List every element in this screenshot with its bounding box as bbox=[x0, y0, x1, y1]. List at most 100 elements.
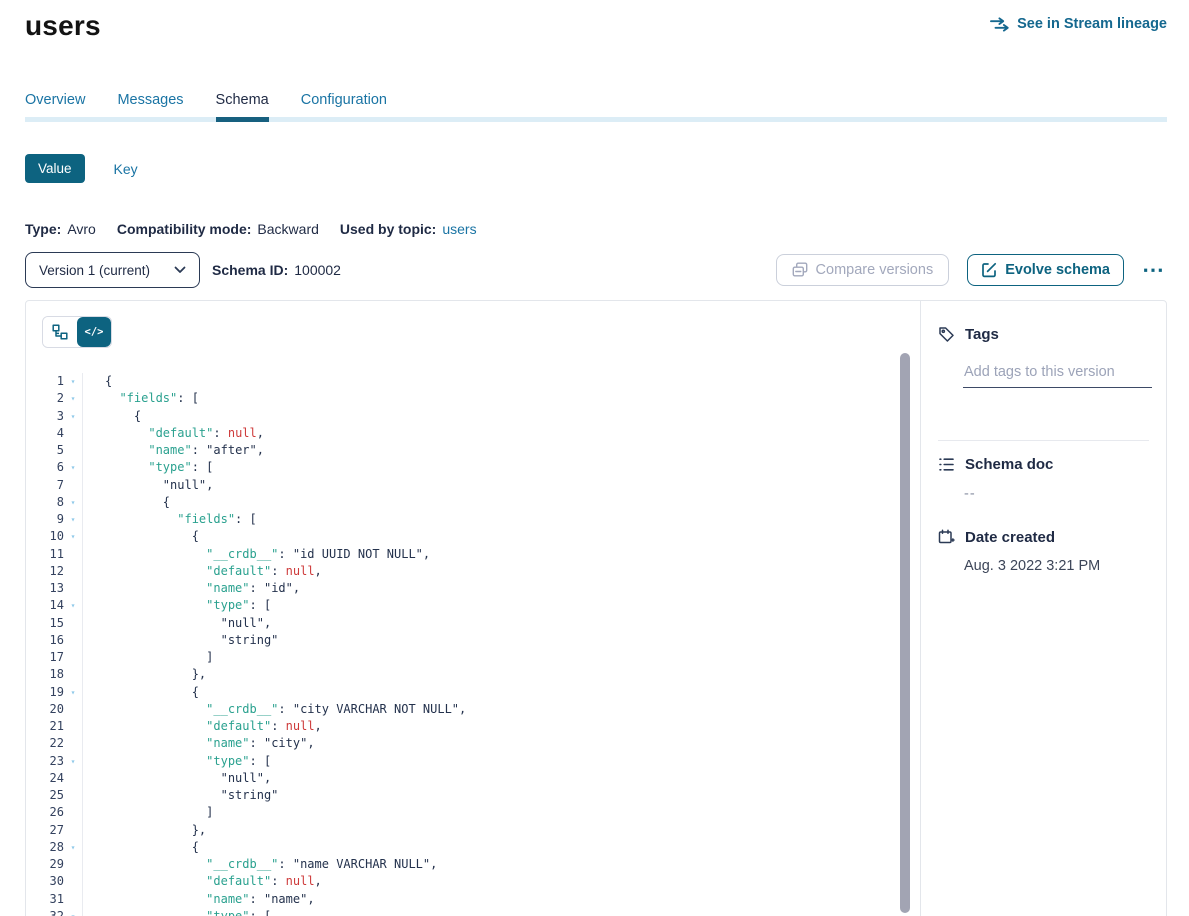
compare-versions-label: Compare versions bbox=[816, 262, 934, 278]
code-line: 31 "name": "name", bbox=[26, 891, 920, 908]
fold-arrow-icon[interactable]: ▾ bbox=[64, 494, 83, 511]
fold-arrow-icon[interactable]: ▾ bbox=[64, 373, 83, 390]
tab-schema[interactable]: Schema bbox=[216, 92, 269, 122]
tab-configuration[interactable]: Configuration bbox=[301, 92, 387, 122]
code-line: 4 "default": null, bbox=[26, 425, 920, 442]
line-number: 11 bbox=[26, 546, 64, 563]
code-line-content: "type": [ bbox=[83, 753, 271, 770]
editor-scrollbar-thumb[interactable] bbox=[900, 353, 910, 913]
value-toggle-button[interactable]: Value bbox=[25, 154, 85, 183]
tab-messages[interactable]: Messages bbox=[117, 92, 183, 122]
fold-gutter bbox=[64, 615, 83, 632]
line-number: 21 bbox=[26, 718, 64, 735]
code-line: 16 "string" bbox=[26, 632, 920, 649]
tab-overview[interactable]: Overview bbox=[25, 92, 85, 122]
code-line-content: "string" bbox=[83, 632, 278, 649]
code-view-button[interactable]: </> bbox=[77, 317, 111, 347]
version-select-value: Version 1 (current) bbox=[39, 263, 150, 278]
line-number: 2 bbox=[26, 390, 64, 407]
fold-arrow-icon[interactable]: ▾ bbox=[64, 839, 83, 856]
fold-gutter bbox=[64, 701, 83, 718]
fold-gutter bbox=[64, 770, 83, 787]
see-in-stream-lineage-link[interactable]: See in Stream lineage bbox=[990, 16, 1167, 32]
date-created-title: Date created bbox=[965, 529, 1055, 546]
code-line-content: ] bbox=[83, 804, 213, 821]
code-line: 19▾ { bbox=[26, 684, 920, 701]
tag-icon bbox=[938, 326, 955, 343]
fold-arrow-icon[interactable]: ▾ bbox=[64, 408, 83, 425]
tab-bar: Overview Messages Schema Configuration bbox=[25, 92, 387, 122]
line-number: 12 bbox=[26, 563, 64, 580]
used-by-topic-label: Used by topic: bbox=[340, 221, 436, 237]
date-created-section-header: Date created bbox=[938, 529, 1149, 546]
evolve-schema-button[interactable]: Evolve schema bbox=[967, 254, 1124, 286]
compatibility-label: Compatibility mode: bbox=[117, 221, 252, 237]
fold-gutter bbox=[64, 546, 83, 563]
page-header: users See in Stream lineage bbox=[25, 10, 1167, 42]
code-line-content: "name": "city", bbox=[83, 735, 315, 752]
code-line: 1▾{ bbox=[26, 373, 920, 390]
fold-arrow-icon[interactable]: ▾ bbox=[64, 528, 83, 545]
code-line: 27 }, bbox=[26, 822, 920, 839]
tree-view-button[interactable] bbox=[43, 317, 77, 347]
line-number: 29 bbox=[26, 856, 64, 873]
code-line: 26 ] bbox=[26, 804, 920, 821]
fold-gutter bbox=[64, 563, 83, 580]
see-in-stream-lineage-label: See in Stream lineage bbox=[1017, 16, 1167, 32]
line-number: 30 bbox=[26, 873, 64, 890]
fold-arrow-icon[interactable]: ▾ bbox=[64, 511, 83, 528]
code-line-content: "null", bbox=[83, 477, 213, 494]
code-line-content: "name": "after", bbox=[83, 442, 264, 459]
fold-arrow-icon[interactable]: ▾ bbox=[64, 908, 83, 916]
schema-doc-value: -- bbox=[964, 486, 1149, 502]
key-toggle-button[interactable]: Key bbox=[114, 161, 138, 177]
fold-arrow-icon[interactable]: ▾ bbox=[64, 390, 83, 407]
used-by-topic-link[interactable]: users bbox=[442, 221, 476, 237]
line-number: 6 bbox=[26, 459, 64, 476]
line-number: 15 bbox=[26, 615, 64, 632]
code-line: 3▾ { bbox=[26, 408, 920, 425]
fold-gutter bbox=[64, 873, 83, 890]
code-line-content: "type": [ bbox=[83, 459, 213, 476]
tags-section-header: Tags bbox=[938, 326, 1149, 343]
fold-arrow-icon[interactable]: ▾ bbox=[64, 597, 83, 614]
line-number: 26 bbox=[26, 804, 64, 821]
code-line-content: "name": "name", bbox=[83, 891, 315, 908]
code-line-content: "fields": [ bbox=[83, 390, 199, 407]
fold-arrow-icon[interactable]: ▾ bbox=[64, 753, 83, 770]
code-line: 9▾ "fields": [ bbox=[26, 511, 920, 528]
code-line-content: "type": [ bbox=[83, 597, 271, 614]
code-line-content: { bbox=[83, 528, 199, 545]
code-line: 2▾ "fields": [ bbox=[26, 390, 920, 407]
fold-arrow-icon[interactable]: ▾ bbox=[64, 684, 83, 701]
code-line-content: "null", bbox=[83, 770, 271, 787]
code-line-content: "__crdb__": "city VARCHAR NOT NULL", bbox=[83, 701, 466, 718]
code-line-content: "null", bbox=[83, 615, 271, 632]
version-select[interactable]: Version 1 (current) bbox=[25, 252, 200, 288]
compare-versions-button[interactable]: Compare versions bbox=[776, 254, 950, 286]
code-line-content: "__crdb__": "id UUID NOT NULL", bbox=[83, 546, 430, 563]
line-number: 22 bbox=[26, 735, 64, 752]
code-view-icon: </> bbox=[85, 326, 104, 338]
more-options-button[interactable]: ⋯ bbox=[1142, 265, 1165, 275]
schema-controls: Version 1 (current) Schema ID: 100002 bbox=[25, 252, 1167, 288]
fold-arrow-icon[interactable]: ▾ bbox=[64, 459, 83, 476]
code-line-content: { bbox=[83, 494, 170, 511]
schema-id-value: 100002 bbox=[294, 262, 341, 278]
line-number: 5 bbox=[26, 442, 64, 459]
controls-left: Version 1 (current) Schema ID: 100002 bbox=[25, 252, 341, 288]
schema-meta: Type:Avro Compatibility mode:Backward Us… bbox=[25, 221, 477, 237]
schema-doc-section-header: Schema doc bbox=[938, 456, 1149, 473]
line-number: 17 bbox=[26, 649, 64, 666]
code-line-content: }, bbox=[83, 666, 206, 683]
code-line-content: "__crdb__": "name VARCHAR NULL", bbox=[83, 856, 437, 873]
line-number: 31 bbox=[26, 891, 64, 908]
fold-gutter bbox=[64, 804, 83, 821]
code-line: 6▾ "type": [ bbox=[26, 459, 920, 476]
tags-input[interactable] bbox=[963, 364, 1152, 388]
line-number: 27 bbox=[26, 822, 64, 839]
chevron-down-icon bbox=[174, 266, 186, 274]
edit-schema-icon bbox=[981, 262, 997, 278]
view-toggle-group: </> bbox=[42, 316, 112, 348]
code-line: 30 "default": null, bbox=[26, 873, 920, 890]
